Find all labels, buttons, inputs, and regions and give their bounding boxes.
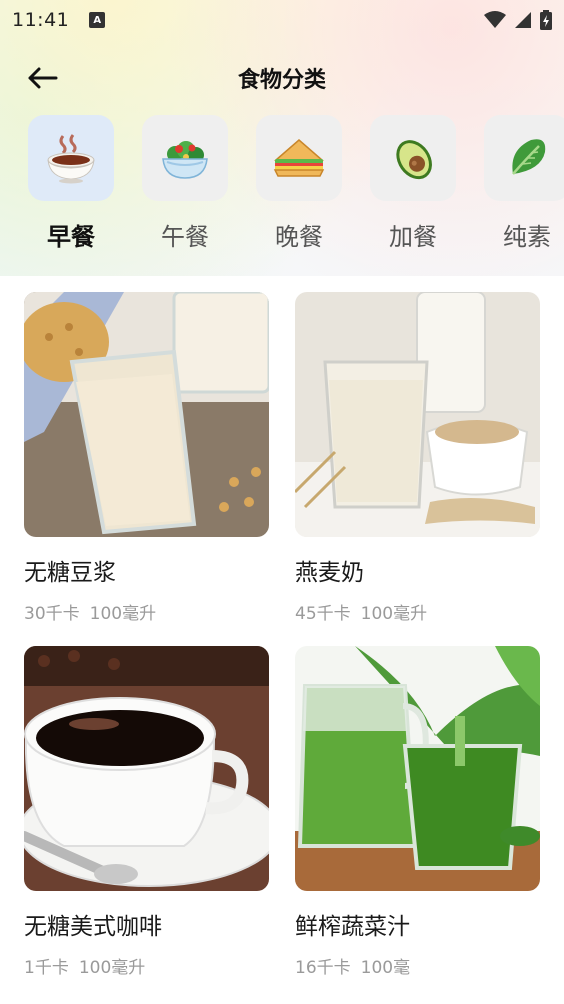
food-card[interactable]: 无糖美式咖啡 1千卡 100毫升 xyxy=(24,646,269,978)
food-image xyxy=(24,646,269,891)
leafy-green-icon xyxy=(512,139,546,175)
avocado-icon xyxy=(396,140,432,180)
sandwich-icon xyxy=(273,139,325,177)
food-image xyxy=(295,646,540,891)
category-tile xyxy=(370,115,456,201)
food-name: 无糖豆浆 xyxy=(24,560,116,586)
category-label: 加餐 xyxy=(389,223,437,251)
food-portion: 100毫升 xyxy=(89,604,157,624)
category-label: 晚餐 xyxy=(275,223,323,251)
category-lunch[interactable]: 午餐 xyxy=(142,115,228,265)
notification-icon: A xyxy=(89,12,106,28)
food-name: 鲜榨蔬菜汁 xyxy=(295,914,410,940)
wifi-icon xyxy=(484,11,506,28)
food-meta: 30千卡 100毫升 xyxy=(24,599,269,624)
category-label: 午餐 xyxy=(161,223,209,251)
food-image xyxy=(24,292,269,537)
category-tile xyxy=(28,115,114,201)
food-portion: 100毫升 xyxy=(360,604,428,624)
food-calories: 16千卡 xyxy=(295,958,351,978)
status-time: 11:41 xyxy=(12,9,70,31)
category-vegan[interactable]: 纯素 xyxy=(484,115,564,265)
back-button[interactable] xyxy=(22,60,62,96)
food-card[interactable]: 燕麦奶 45千卡 100毫升 xyxy=(295,292,540,624)
food-meta: 1千卡 100毫升 xyxy=(24,953,269,978)
category-breakfast[interactable]: 早餐 xyxy=(28,115,114,265)
category-snack[interactable]: 加餐 xyxy=(370,115,456,265)
food-image xyxy=(295,292,540,537)
food-name: 无糖美式咖啡 xyxy=(24,914,162,940)
category-tabs: 早餐 午餐 晚餐 加餐 纯素 xyxy=(28,115,564,265)
soup-bowl-icon xyxy=(47,134,95,184)
food-card[interactable]: 无糖豆浆 30千卡 100毫升 xyxy=(24,292,269,624)
category-label: 纯素 xyxy=(503,223,551,251)
battery-icon xyxy=(540,10,552,30)
food-meta: 16千卡 100毫 xyxy=(295,953,540,978)
food-portion: 100毫升 xyxy=(78,958,146,978)
salad-icon xyxy=(162,141,208,179)
status-icons xyxy=(484,10,552,30)
status-bar: 11:41 A xyxy=(0,0,564,40)
cell-signal-icon xyxy=(515,12,531,28)
food-grid: 无糖豆浆 30千卡 100毫升 燕麦奶 45千卡 100毫升 无糖美式咖啡 1千… xyxy=(24,292,540,978)
category-label: 早餐 xyxy=(47,223,95,251)
page-title: 食物分类 xyxy=(237,68,326,93)
arrow-left-icon xyxy=(28,67,58,89)
food-calories: 45千卡 xyxy=(295,604,351,624)
food-calories: 1千卡 xyxy=(24,958,69,978)
food-portion: 100毫 xyxy=(360,958,411,978)
category-dinner[interactable]: 晚餐 xyxy=(256,115,342,265)
food-meta: 45千卡 100毫升 xyxy=(295,599,540,624)
category-tile xyxy=(142,115,228,201)
app-header: 食物分类 xyxy=(0,52,564,104)
category-tile xyxy=(484,115,564,201)
food-calories: 30千卡 xyxy=(24,604,80,624)
food-card[interactable]: 鲜榨蔬菜汁 16千卡 100毫 xyxy=(295,646,540,978)
food-name: 燕麦奶 xyxy=(295,560,364,586)
category-tile xyxy=(256,115,342,201)
